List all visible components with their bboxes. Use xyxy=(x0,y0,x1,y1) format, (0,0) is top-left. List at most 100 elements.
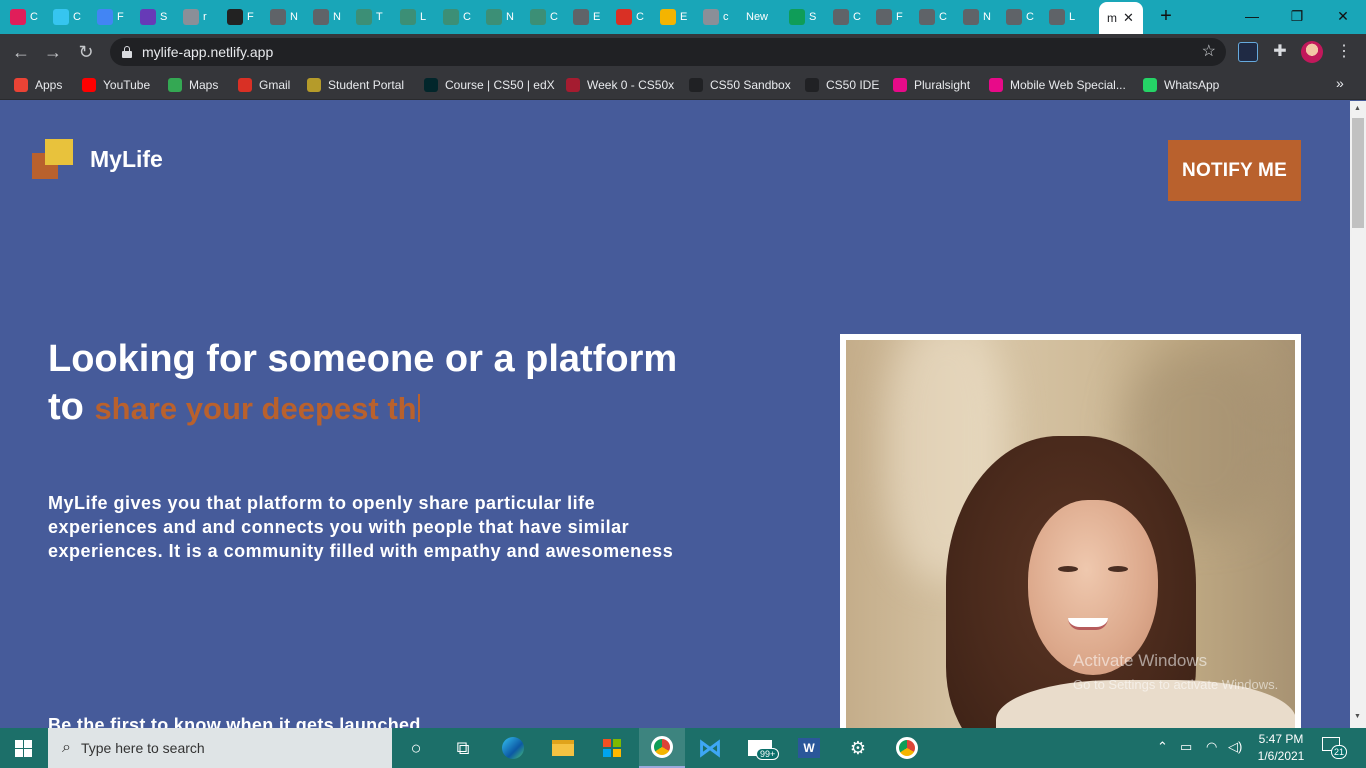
browser-tab[interactable]: E xyxy=(660,6,700,28)
cortana-icon[interactable]: ○ xyxy=(393,728,439,768)
close-tab-icon[interactable]: ✕ xyxy=(1123,10,1134,26)
typed-text: share your deepest th xyxy=(94,391,417,426)
browser-tab[interactable]: N xyxy=(313,6,353,28)
bookmark-item[interactable]: Week 0 - CS50x xyxy=(566,76,674,94)
browser-tab[interactable]: r xyxy=(183,6,223,28)
browser-tab[interactable]: C xyxy=(616,6,656,28)
profile-avatar[interactable] xyxy=(1301,41,1323,63)
task-view-icon[interactable]: ⧉ xyxy=(440,728,486,768)
tab-favicon-icon xyxy=(183,9,199,25)
bookmark-item[interactable]: CS50 IDE xyxy=(805,76,879,94)
chrome-profile-taskbar-icon[interactable] xyxy=(639,728,685,768)
tab-title: C xyxy=(550,11,558,23)
address-bar[interactable]: mylife-app.netlify.app ☆ xyxy=(110,38,1226,66)
taskbar-search-input[interactable]: ⌕ Type here to search xyxy=(48,728,392,768)
browser-tab[interactable]: C xyxy=(530,6,570,28)
tab-title: New xyxy=(746,11,769,23)
browser-tab[interactable]: C xyxy=(10,6,50,28)
bookmark-favicon-icon xyxy=(238,78,252,92)
browser-tab[interactable]: L xyxy=(400,6,440,28)
vscode-icon[interactable]: ⋈ xyxy=(687,728,733,768)
mylife-logo-icon[interactable] xyxy=(32,139,74,179)
extension-icon[interactable] xyxy=(1238,42,1258,62)
chrome-menu-icon[interactable]: ⋮ xyxy=(1336,41,1352,63)
reload-icon[interactable]: ↻ xyxy=(75,41,97,63)
mail-icon[interactable]: 99+ xyxy=(737,728,783,768)
bookmark-label: Mobile Web Special... xyxy=(1010,78,1126,92)
edge-icon[interactable] xyxy=(490,728,536,768)
browser-tab[interactable]: C xyxy=(1006,6,1046,28)
browser-tab[interactable]: N xyxy=(270,6,310,28)
browser-tab[interactable]: N xyxy=(963,6,1003,28)
bookmark-item[interactable]: Maps xyxy=(168,76,218,94)
bookmark-item[interactable]: CS50 Sandbox xyxy=(689,76,791,94)
tab-active[interactable]: m ✕ xyxy=(1099,2,1143,34)
bookmark-label: WhatsApp xyxy=(1164,78,1220,92)
browser-tab[interactable]: F xyxy=(227,6,267,28)
browser-tab[interactable]: T xyxy=(356,6,396,28)
tab-favicon-icon xyxy=(443,9,459,25)
bookmark-item[interactable]: Mobile Web Special... xyxy=(989,76,1126,94)
store-icon[interactable] xyxy=(589,728,635,768)
new-tab-button[interactable]: + xyxy=(1155,5,1177,27)
tab-favicon-icon xyxy=(270,9,286,25)
bookmark-favicon-icon xyxy=(14,78,28,92)
tab-favicon-icon xyxy=(573,9,589,25)
bookmark-label: Week 0 - CS50x xyxy=(587,78,675,92)
bookmark-item[interactable]: YouTube xyxy=(82,76,150,94)
bookmark-star-icon[interactable]: ☆ xyxy=(1202,41,1216,61)
chrome-taskbar-icon[interactable] xyxy=(884,728,930,768)
browser-tab[interactable]: C xyxy=(833,6,873,28)
minimize-button[interactable]: — xyxy=(1240,4,1264,28)
browser-tab[interactable]: N xyxy=(486,6,526,28)
browser-tab[interactable]: F xyxy=(876,6,916,28)
tab-favicon-icon xyxy=(876,9,892,25)
bookmark-item[interactable]: WhatsApp xyxy=(1143,76,1219,94)
start-windows-icon[interactable] xyxy=(15,740,32,757)
wifi-icon[interactable]: ◠ xyxy=(1206,739,1217,755)
browser-tab[interactable]: E xyxy=(573,6,613,28)
bookmark-item[interactable]: Apps xyxy=(14,76,62,94)
page-scrollbar[interactable]: ▲ ▼ xyxy=(1350,101,1366,728)
browser-tab[interactable]: C xyxy=(919,6,959,28)
volume-icon[interactable]: ◁) xyxy=(1228,739,1242,755)
bookmark-favicon-icon xyxy=(893,78,907,92)
bookmark-item[interactable]: Course | CS50 | edX xyxy=(424,76,555,94)
restore-button[interactable]: ❐ xyxy=(1285,4,1309,28)
browser-tab[interactable]: S xyxy=(140,6,180,28)
brand-name[interactable]: MyLife xyxy=(90,146,163,173)
show-hidden-icons[interactable]: ⌃ xyxy=(1157,739,1168,755)
file-explorer-icon[interactable] xyxy=(540,728,586,768)
extensions-puzzle-icon[interactable]: ✚ xyxy=(1270,42,1290,62)
close-window-button[interactable]: ✕ xyxy=(1331,4,1355,28)
back-icon[interactable]: ← xyxy=(10,41,32,63)
notify-me-button[interactable]: NOTIFY ME xyxy=(1168,140,1301,201)
browser-tab[interactable]: New xyxy=(746,6,786,28)
tab-favicon-icon xyxy=(833,9,849,25)
browser-tab[interactable]: S xyxy=(789,6,829,28)
tab-title: N xyxy=(506,11,514,23)
browser-tab[interactable]: c xyxy=(703,6,743,28)
browser-tab[interactable]: F xyxy=(97,6,137,28)
scroll-up-icon[interactable]: ▲ xyxy=(1354,105,1361,112)
word-icon[interactable]: W xyxy=(786,728,832,768)
tab-favicon-icon xyxy=(356,9,372,25)
browser-tab[interactable]: C xyxy=(53,6,93,28)
taskbar-clock[interactable]: 5:47 PM 1/6/2021 xyxy=(1255,731,1307,765)
browser-tab[interactable]: L xyxy=(1049,6,1089,28)
url-text[interactable]: mylife-app.netlify.app xyxy=(142,44,273,60)
bookmark-item[interactable]: Student Portal xyxy=(307,76,404,94)
bookmark-item[interactable]: Gmail xyxy=(238,76,290,94)
scroll-down-icon[interactable]: ▼ xyxy=(1354,713,1361,720)
scroll-thumb[interactable] xyxy=(1352,118,1364,228)
browser-tab[interactable]: C xyxy=(443,6,483,28)
tab-title: C xyxy=(73,11,81,23)
active-tab-label: m xyxy=(1107,11,1117,25)
settings-gear-icon[interactable]: ⚙ xyxy=(835,728,881,768)
tab-favicon-icon xyxy=(313,9,329,25)
battery-icon[interactable]: ▭ xyxy=(1180,739,1192,755)
bookmark-item[interactable]: Pluralsight xyxy=(893,76,970,94)
action-center-icon[interactable]: 21 xyxy=(1322,737,1347,759)
bookmarks-overflow-icon[interactable]: » xyxy=(1336,75,1344,91)
forward-icon[interactable]: → xyxy=(42,41,64,63)
